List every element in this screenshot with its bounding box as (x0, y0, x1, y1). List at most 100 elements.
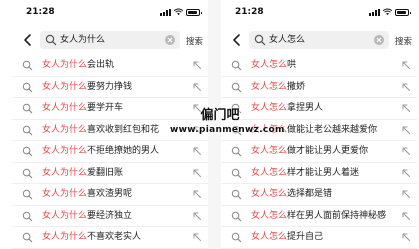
search-button[interactable]: 搜索 (186, 35, 203, 47)
suggestion-rest: 不拒绝撩她的男人 (87, 146, 160, 156)
suggestion-highlight: 女人为什么 (42, 232, 88, 242)
chevron-left-icon[interactable] (20, 32, 36, 48)
search-input[interactable]: 女人怎么 (249, 31, 389, 49)
magnifier-icon (22, 103, 33, 114)
search-input[interactable]: 女人为什么 (40, 31, 180, 49)
suggestion-item[interactable]: 女人怎么哄 (221, 55, 417, 77)
arrow-up-left-icon[interactable] (401, 189, 411, 199)
suggestion-text: 女人怎么撒娇 (251, 81, 305, 93)
suggestion-highlight: 女人怎么 (251, 210, 288, 221)
suggestion-list: 女人怎么哄 女人怎么撒娇 女人怎么拿捏男人 女人怎么做能让老公越来越爱你 女人怎… (221, 55, 417, 249)
suggestion-rest: 做能让老公越来越爱你 (287, 124, 378, 135)
magnifier-icon (22, 211, 33, 221)
magnifier-icon (254, 34, 266, 46)
magnifier-icon (22, 189, 33, 200)
search-button[interactable]: 搜索 (395, 35, 412, 47)
suggestion-text: 女人怎么提升自己 (251, 231, 323, 243)
arrow-up-left-icon[interactable] (401, 125, 411, 135)
arrow-up-left-icon[interactable] (401, 103, 411, 113)
arrow-up-left-icon[interactable] (401, 232, 411, 242)
suggestion-highlight: 女人为什么 (42, 60, 88, 70)
suggestion-text: 女人为什么喜欢渣男呢 (42, 188, 132, 200)
suggestion-highlight: 女人为什么 (42, 210, 88, 221)
suggestion-item[interactable]: 女人为什么不拒绝撩她的男人 (12, 141, 208, 163)
suggestion-item[interactable]: 女人为什么喜欢收到红包和花 (12, 120, 208, 141)
arrow-up-left-icon[interactable] (192, 60, 202, 70)
search-header: 女人为什么 搜索 (12, 28, 208, 52)
suggestion-text: 女人为什么不喜欢老实人 (42, 231, 141, 243)
battery-icon (395, 9, 411, 16)
arrow-up-left-icon[interactable] (401, 82, 411, 92)
suggestion-item[interactable]: 女人为什么不喜欢老实人 (12, 227, 208, 249)
suggestion-rest: 哄 (287, 60, 297, 70)
suggestion-item[interactable]: 女人怎么撒娇 (221, 77, 417, 98)
suggestion-highlight: 女人怎么 (251, 189, 288, 199)
magnifier-icon (231, 60, 242, 71)
clear-circle-icon[interactable] (374, 35, 384, 45)
arrow-up-left-icon[interactable] (401, 60, 411, 70)
arrow-up-left-icon[interactable] (192, 125, 202, 135)
search-header: 女人怎么 搜索 (221, 28, 417, 52)
magnifier-icon (231, 103, 242, 114)
magnifier-icon (22, 82, 33, 92)
suggestion-rest: 喜欢渣男呢 (87, 189, 133, 199)
arrow-up-left-icon[interactable] (192, 232, 202, 242)
suggestion-item[interactable]: 女人为什么爱翻旧账 (12, 163, 208, 184)
suggestion-highlight: 女人为什么 (42, 146, 88, 156)
arrow-up-left-icon[interactable] (192, 211, 202, 221)
arrow-up-left-icon[interactable] (192, 103, 202, 113)
magnifier-icon (231, 125, 242, 135)
arrow-up-left-icon[interactable] (401, 211, 411, 221)
suggestion-rest: 喜欢收到红包和花 (87, 124, 160, 135)
suggestion-item[interactable]: 女人怎么选择都是错 (221, 184, 417, 206)
suggestion-text: 女人为什么要经济独立 (42, 210, 132, 222)
chevron-left-icon[interactable] (229, 32, 245, 48)
suggestion-item[interactable]: 女人怎么提升自己 (221, 227, 417, 249)
magnifier-icon (231, 82, 242, 92)
magnifier-icon (22, 168, 33, 178)
arrow-up-left-icon[interactable] (401, 168, 411, 178)
magnifier-icon (231, 232, 242, 243)
suggestion-rest: 要经济独立 (87, 210, 133, 221)
suggestion-rest: 撒娇 (287, 81, 306, 92)
suggestion-highlight: 女人怎么 (251, 146, 288, 156)
suggestion-rest: 爱翻旧账 (87, 167, 124, 178)
suggestion-item[interactable]: 女人怎么做能让老公越来越爱你 (221, 120, 417, 141)
arrow-up-left-icon[interactable] (192, 146, 202, 156)
suggestion-list: 女人为什么会出轨 女人为什么要努力挣钱 女人为什么要学开车 女人为什么喜欢收到红… (12, 55, 208, 249)
suggestion-highlight: 女人为什么 (42, 103, 88, 113)
wifi-icon (383, 8, 392, 16)
screen-gutter (208, 0, 221, 249)
magnifier-icon (231, 189, 242, 200)
suggestion-item[interactable]: 女人怎么样才能让男人着迷 (221, 163, 417, 184)
signal-icon (160, 9, 171, 16)
suggestion-item[interactable]: 女人为什么喜欢渣男呢 (12, 184, 208, 206)
suggestion-highlight: 女人怎么 (251, 81, 288, 92)
suggestion-highlight: 女人怎么 (251, 103, 288, 113)
arrow-up-left-icon[interactable] (192, 82, 202, 92)
status-time: 21:28 (26, 7, 55, 17)
suggestion-item[interactable]: 女人为什么要努力挣钱 (12, 77, 208, 98)
right-phone-screen: 21:28 女人怎么 搜索 女人怎么哄 女人怎么撒娇 女人怎么拿捏男人 女人怎么… (221, 0, 417, 249)
battery-icon (186, 9, 202, 16)
clear-circle-icon[interactable] (165, 35, 175, 45)
suggestion-item[interactable]: 女人怎么拿捏男人 (221, 98, 417, 120)
wifi-icon (174, 8, 183, 16)
suggestion-rest: 提升自己 (287, 232, 324, 242)
suggestion-item[interactable]: 女人为什么要经济独立 (12, 206, 208, 227)
suggestion-text: 女人怎么哄 (251, 59, 296, 71)
suggestion-highlight: 女人为什么 (42, 81, 88, 92)
suggestion-item[interactable]: 女人怎么做才能让男人更爱你 (221, 141, 417, 163)
arrow-up-left-icon[interactable] (192, 189, 202, 199)
search-query-text: 女人为什么 (60, 35, 106, 45)
arrow-up-left-icon[interactable] (192, 168, 202, 178)
suggestion-item[interactable]: 女人为什么要学开车 (12, 98, 208, 120)
suggestion-text: 女人为什么要努力挣钱 (42, 81, 132, 93)
magnifier-icon (231, 146, 242, 157)
suggestion-rest: 要努力挣钱 (87, 81, 133, 92)
suggestion-item[interactable]: 女人为什么会出轨 (12, 55, 208, 77)
arrow-up-left-icon[interactable] (401, 146, 411, 156)
suggestion-text: 女人怎么选择都是错 (251, 188, 332, 200)
suggestion-item[interactable]: 女人怎么样在男人面前保持神秘感 (221, 206, 417, 227)
magnifier-icon (231, 168, 242, 178)
